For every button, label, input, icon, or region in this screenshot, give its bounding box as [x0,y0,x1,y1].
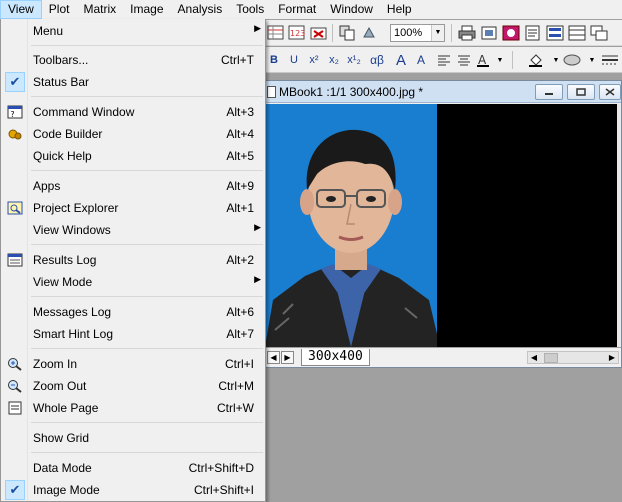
format-toolbar: B U x² x₂ x¹₂ αβ A A A ▼ ▼ ▼ [264,47,622,73]
menu-item-image-mode[interactable]: ✔ Image Mode Ctrl+Shift+I [2,479,264,501]
menu-item-code-builder[interactable]: Code Builder Alt+4 [2,123,264,145]
menu-item-project-explorer[interactable]: Project Explorer Alt+1 [2,197,264,219]
cascade-windows-icon[interactable] [589,23,609,43]
portrait-photo [265,104,437,347]
zoom-out-icon [6,378,24,394]
sheet-tab-bar: ◀ ▶ 300x400 ◀ ▶ [265,347,621,367]
menu-item-whole-page[interactable]: Whole Page Ctrl+W [2,397,264,419]
menu-item-smart-hint-log[interactable]: Smart Hint Log Alt+7 [2,323,264,345]
restore-button[interactable] [567,84,595,100]
menu-bar: View Plot Matrix Image Analysis Tools Fo… [0,0,622,19]
new-worksheet-icon[interactable] [266,23,286,43]
workbook-icon [267,86,276,98]
menu-tools[interactable]: Tools [229,0,271,19]
copy-page-icon[interactable] [479,23,499,43]
menu-item-quick-help[interactable]: Quick Help Alt+5 [2,145,264,167]
menu-plot[interactable]: Plot [42,0,77,19]
code-builder-icon [6,126,24,142]
view-menu-dropdown: Menu ▶ Toolbars... Ctrl+T ✔ Status Bar ?… [0,19,266,502]
minimize-button[interactable] [535,84,563,100]
import-data-icon[interactable] [309,23,329,43]
menu-item-messages-log[interactable]: Messages Log Alt+6 [2,301,264,323]
image-workbook-window: MBook1 :1/1 300x400.jpg * ◀ ▶ 300x400 ◀ … [264,80,622,368]
menu-item-view-mode[interactable]: View Mode ▶ [2,271,264,293]
menu-item-show-grid[interactable]: Show Grid [2,427,264,449]
subscript-button[interactable]: x₂ [324,50,344,70]
export-graph-icon[interactable] [501,23,521,43]
svg-text:?: ? [10,110,15,119]
menu-matrix[interactable]: Matrix [76,0,123,19]
menu-item-zoom-out[interactable]: Zoom Out Ctrl+M [2,375,264,397]
menu-item-data-mode[interactable]: Data Mode Ctrl+Shift+D [2,457,264,479]
sheet-tab[interactable]: 300x400 [301,349,370,366]
notes-icon[interactable] [523,23,543,43]
tab-next-icon[interactable]: ▶ [281,351,294,364]
duplicate-icon[interactable] [337,23,357,43]
fill-color-icon[interactable] [526,50,546,70]
print-icon[interactable] [457,23,477,43]
superscript-button[interactable]: x² [304,50,324,70]
scrollbar-thumb[interactable] [544,353,558,363]
menu-item-zoom-in[interactable]: Zoom In Ctrl+I [2,353,264,375]
new-matrix-icon[interactable]: 123 [287,23,307,43]
checkmark-icon: ✔ [5,72,25,92]
increase-font-button[interactable]: A [391,50,411,70]
menu-item-menu[interactable]: Menu ▶ [2,20,264,42]
menu-item-command-window[interactable]: ? Command Window Alt+3 [2,101,264,123]
menu-item-view-windows[interactable]: View Windows ▶ [2,219,264,241]
project-explorer-icon [6,200,24,216]
menu-image[interactable]: Image [123,0,170,19]
menu-view[interactable]: View [0,0,42,19]
workbook-title: MBook1 :1/1 300x400.jpg * [279,85,424,99]
zoom-select[interactable]: 100% ▼ [390,24,445,42]
submenu-arrow-icon: ▶ [254,222,261,232]
scroll-left-icon[interactable]: ◀ [528,352,540,363]
layout-icon[interactable] [545,23,565,43]
menu-help[interactable]: Help [380,0,419,19]
pattern-icon[interactable] [562,50,582,70]
tile-windows-icon[interactable] [567,23,587,43]
svg-text:A: A [478,53,487,67]
standard-toolbar: 123 100% ▼ [264,20,622,46]
zoom-in-icon [6,356,24,372]
chevron-down-icon[interactable]: ▼ [490,50,510,70]
menu-item-toolbars[interactable]: Toolbars... Ctrl+T [2,49,264,71]
zoom-value: 100% [394,27,423,39]
submenu-arrow-icon: ▶ [254,23,261,33]
super-subscript-button[interactable]: x¹₂ [344,50,364,70]
menu-item-results-log[interactable]: Results Log Alt+2 [2,249,264,271]
scroll-right-icon[interactable]: ▶ [606,352,618,363]
submenu-arrow-icon: ▶ [254,274,261,284]
align-center-icon[interactable] [454,50,474,70]
horizontal-scrollbar[interactable]: ◀ ▶ [527,351,619,364]
menu-format[interactable]: Format [271,0,323,19]
greek-button[interactable]: αβ [367,50,387,70]
command-window-icon: ? [6,104,24,120]
decrease-font-button[interactable]: A [411,50,431,70]
align-left-icon[interactable] [434,50,454,70]
checkmark-icon: ✔ [5,480,25,500]
close-button[interactable] [599,84,621,100]
svg-text:123: 123 [290,29,305,38]
line-style-icon[interactable] [600,50,620,70]
menu-analysis[interactable]: Analysis [171,0,230,19]
menu-window[interactable]: Window [323,0,380,19]
tab-prev-icon[interactable]: ◀ [267,351,280,364]
vertical-scrollbar[interactable] [617,104,621,347]
underline-button[interactable]: U [284,50,304,70]
chevron-down-icon[interactable]: ▼ [431,25,444,41]
results-log-icon [6,252,24,268]
workbook-title-bar[interactable]: MBook1 :1/1 300x400.jpg * [265,81,621,103]
image-canvas[interactable] [265,104,621,347]
menu-item-status-bar[interactable]: ✔ Status Bar [2,71,264,93]
origin-app-window: View Plot Matrix Image Analysis Tools Fo… [0,0,622,502]
menu-item-apps[interactable]: Apps Alt+9 [2,175,264,197]
chevron-down-icon[interactable]: ▼ [582,50,602,70]
refresh-icon[interactable] [359,23,379,43]
whole-page-icon [6,400,24,416]
bold-button[interactable]: B [264,50,284,70]
